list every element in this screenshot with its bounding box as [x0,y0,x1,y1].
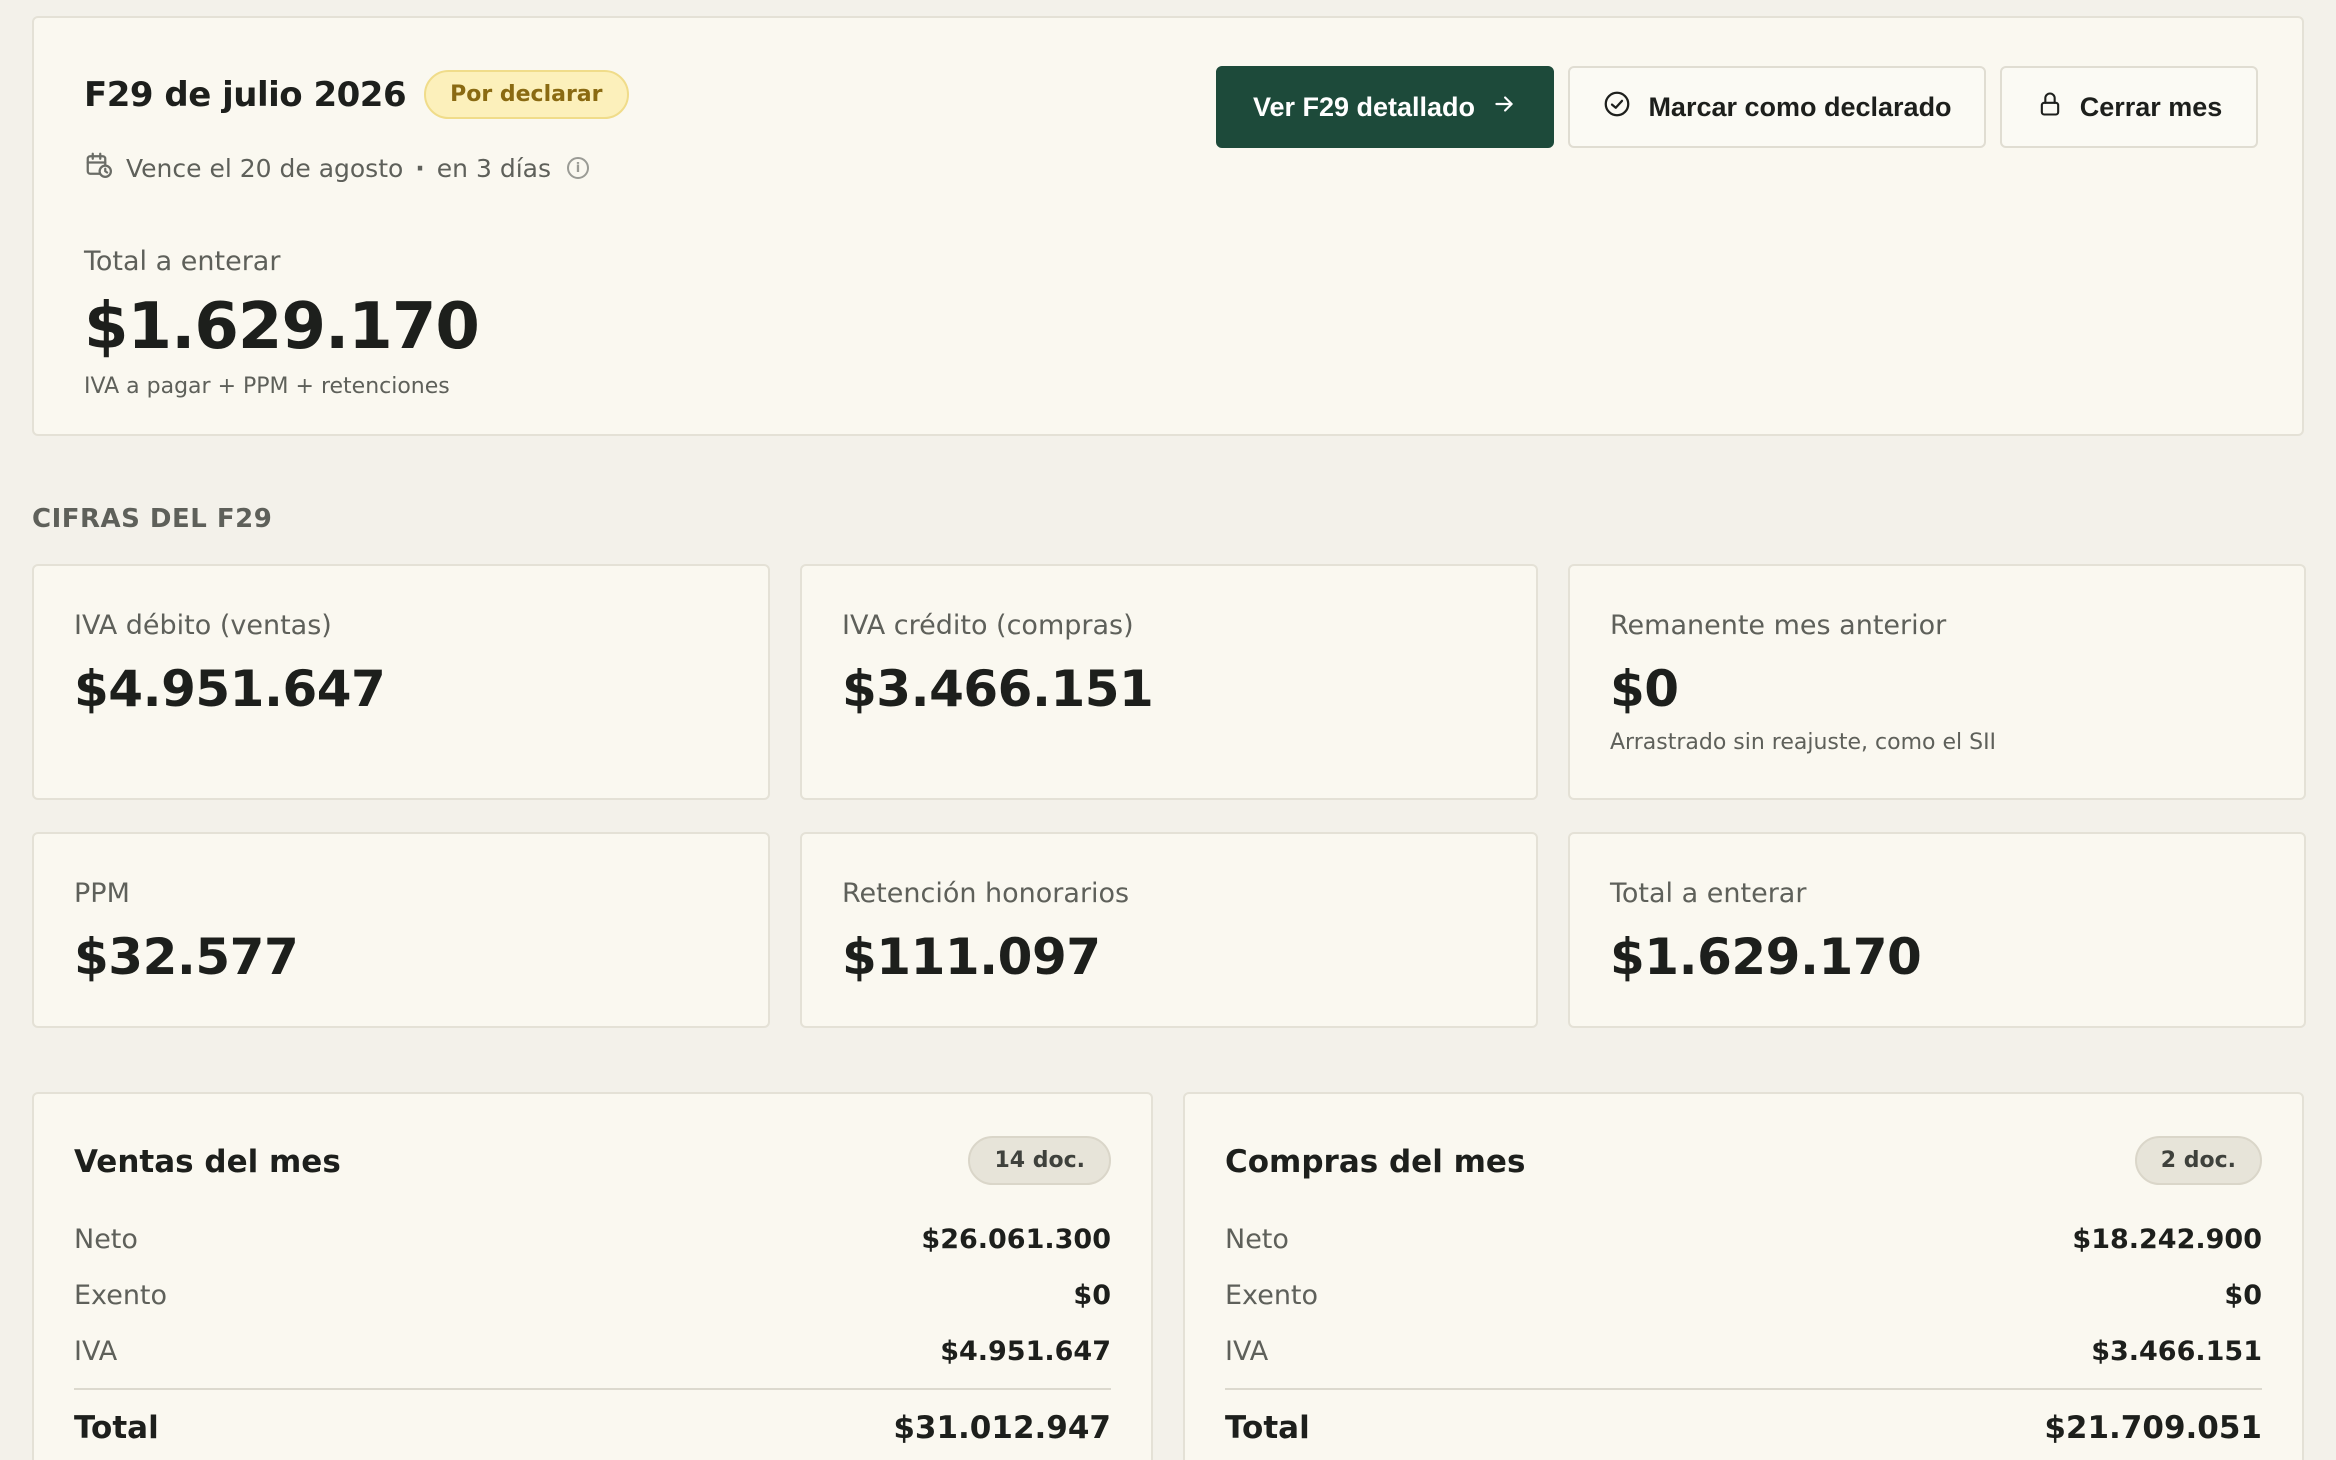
row-value: $0 [2224,1280,2262,1311]
purchases-summary-card: Compras del mes 2 doc. Neto $18.242.900 … [1183,1092,2304,1460]
row-value: $4.951.647 [940,1336,1111,1367]
f29-summary-card: F29 de julio 2026 Por declarar Vence el … [32,16,2304,436]
info-icon[interactable]: i [566,157,589,179]
stat-card-retencion: Retención honorarios $111.097 [800,832,1538,1028]
summary-row-neto: Neto $18.242.900 [1225,1224,2262,1255]
f29-page: F29 de julio 2026 Por declarar Vence el … [0,0,2336,1460]
separator: · [415,153,425,183]
doc-count-badge: 14 doc. [968,1136,1111,1185]
row-value: $3.466.151 [2091,1336,2262,1367]
stat-label: Remanente mes anterior [1610,610,1947,641]
summary-row-total: Total $31.012.947 [74,1410,1111,1446]
summary-row-total: Total $21.709.051 [1225,1410,2262,1446]
close-month-button[interactable]: Cerrar mes [2000,66,2258,148]
page-title: F29 de julio 2026 [84,74,407,115]
stat-label: Retención honorarios [842,878,1130,909]
row-label: Total [1225,1410,1310,1446]
divider [1225,1388,2262,1390]
total-note: IVA a pagar + PPM + retenciones [84,374,450,399]
stat-card-remanente: Remanente mes anterior $0 Arrastrado sin… [1568,564,2306,800]
stat-value: $4.951.647 [74,660,386,718]
calendar-clock-icon [84,150,114,186]
row-value: $18.242.900 [2072,1224,2262,1255]
stat-card-iva-debito: IVA débito (ventas) $4.951.647 [32,564,770,800]
summary-title: Compras del mes [1225,1144,1526,1180]
due-date-line: Vence el 20 de agosto · en 3 días i [84,150,589,186]
stat-label: Total a enterar [1610,878,1807,909]
row-label: IVA [74,1336,118,1367]
view-f29-detail-label: Ver F29 detallado [1252,91,1476,122]
stat-label: IVA crédito (compras) [842,610,1134,641]
mark-declared-button[interactable]: Marcar como declarado [1568,66,1986,148]
total-value: $1.629.170 [84,290,480,364]
stat-value: $3.466.151 [842,660,1154,718]
check-circle-icon [1602,89,1632,126]
arrow-right-icon [1491,91,1517,124]
row-label: Total [74,1410,159,1446]
due-date-text: Vence el 20 de agosto [126,153,404,183]
row-value: $26.061.300 [921,1224,1111,1255]
doc-count-badge: 2 doc. [2134,1136,2262,1185]
close-month-label: Cerrar mes [2079,91,2223,122]
due-relative-text: en 3 días [436,153,551,183]
mark-declared-label: Marcar como declarado [1648,91,1952,122]
row-label: IVA [1225,1336,1269,1367]
stat-label: IVA débito (ventas) [74,610,332,641]
total-label: Total a enterar [84,246,281,277]
summary-row-iva: IVA $3.466.151 [1225,1336,2262,1367]
title-row: F29 de julio 2026 Por declarar [84,70,629,119]
stat-card-iva-credito: IVA crédito (compras) $3.466.151 [800,564,1538,800]
summary-title: Ventas del mes [74,1144,341,1180]
status-badge: Por declarar [424,70,629,119]
sales-summary-card: Ventas del mes 14 doc. Neto $26.061.300 … [32,1092,1153,1460]
stat-value: $111.097 [842,928,1101,986]
row-label: Exento [74,1280,168,1311]
row-label: Exento [1225,1280,1319,1311]
row-label: Neto [1225,1224,1289,1255]
summary-row-exento: Exento $0 [1225,1280,2262,1311]
summary-row-neto: Neto $26.061.300 [74,1224,1111,1255]
stat-value: $32.577 [74,928,299,986]
view-f29-detail-button[interactable]: Ver F29 detallado [1216,66,1554,148]
stat-value: $0 [1610,660,1679,718]
stat-label: PPM [74,878,130,909]
stat-card-total: Total a enterar $1.629.170 [1568,832,2306,1028]
summary-row-iva: IVA $4.951.647 [74,1336,1111,1367]
row-value: $31.012.947 [893,1410,1111,1446]
summary-row-exento: Exento $0 [74,1280,1111,1311]
row-label: Neto [74,1224,138,1255]
lock-icon [2036,90,2064,125]
row-value: $21.709.051 [2044,1410,2262,1446]
divider [74,1388,1111,1390]
stat-card-ppm: PPM $32.577 [32,832,770,1028]
row-value: $0 [1073,1280,1111,1311]
section-title: CIFRAS DEL F29 [32,504,273,534]
stat-value: $1.629.170 [1610,928,1922,986]
stat-note: Arrastrado sin reajuste, como el SII [1610,730,1997,755]
